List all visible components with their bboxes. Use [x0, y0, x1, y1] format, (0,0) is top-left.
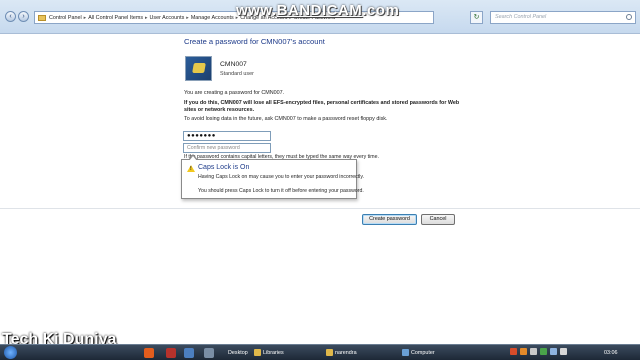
taskbar: Desktop Libraries narendra Computer 03:0…	[0, 344, 640, 360]
forward-arrow-icon[interactable]: ›	[18, 11, 29, 22]
breadcrumb-item[interactable]: Control Panel	[49, 15, 82, 21]
caps-lock-tooltip: ! Caps Lock is On Having Caps Lock on ma…	[181, 154, 364, 199]
taskbar-item-libraries[interactable]: Libraries	[254, 348, 284, 358]
avatar	[185, 56, 212, 81]
breadcrumb-separator-icon: ▸	[186, 14, 189, 21]
clock[interactable]: 03:06	[604, 348, 618, 358]
page-title: Create a password for CMN007’s account	[184, 37, 325, 46]
confirm-password-field[interactable]: Confirm new password	[183, 143, 271, 153]
tray-app-icon	[520, 348, 527, 355]
network-icon	[540, 348, 547, 355]
warning-text: If you do this, CMN007 will lose all EFS…	[184, 100, 460, 113]
breadcrumb-item[interactable]: All Control Panel Items	[88, 15, 143, 21]
warning-icon: !	[187, 165, 195, 172]
user-picture-icon	[192, 63, 206, 73]
taskbar-item-narendra[interactable]: narendra	[326, 348, 357, 358]
control-panel-icon	[38, 14, 46, 21]
back-arrow-icon[interactable]: ‹	[5, 11, 16, 22]
tray-app-icon	[510, 348, 517, 355]
app-icon[interactable]	[204, 348, 214, 358]
taskbar-item-desktop[interactable]: Desktop	[228, 348, 248, 358]
tooltip-title: Caps Lock is On	[198, 164, 250, 171]
breadcrumb-item[interactable]: User Accounts	[150, 15, 185, 21]
tooltip-text: Having Caps Lock on may cause you to ent…	[198, 174, 364, 180]
taskbar-item-computer[interactable]: Computer	[402, 348, 435, 358]
refresh-icon[interactable]: ↻	[470, 11, 483, 24]
create-password-button[interactable]: Create password	[362, 214, 417, 225]
search-placeholder: Search Control Panel	[495, 14, 547, 20]
reset-disk-text: To avoid losing data in the future, ask …	[184, 116, 388, 122]
new-password-field[interactable]: ●●●●●●●	[183, 131, 271, 141]
tooltip-text: You should press Caps Lock to turn it of…	[198, 188, 364, 194]
account-name: CMN007	[220, 61, 247, 68]
breadcrumb-separator-icon: ▸	[145, 14, 148, 21]
folder-icon	[254, 349, 261, 357]
info-text: You are creating a password for CMN007.	[184, 90, 285, 96]
system-tray[interactable]	[510, 348, 567, 358]
cancel-button[interactable]: Cancel	[421, 214, 455, 225]
explorer-icon[interactable]	[184, 348, 194, 358]
tray-app-icon	[530, 348, 537, 355]
search-input[interactable]: Search Control Panel	[490, 11, 636, 24]
breadcrumb-separator-icon: ▸	[83, 14, 87, 21]
account-type: Standard user	[220, 71, 254, 77]
flag-icon	[560, 348, 567, 355]
breadcrumb-item[interactable]: Manage Accounts	[191, 15, 234, 21]
search-icon[interactable]	[626, 14, 632, 20]
user-folder-icon	[326, 349, 333, 357]
record-icon[interactable]	[166, 348, 176, 358]
browser-icon[interactable]	[144, 348, 154, 358]
recording-watermark: www.BANDICAM.com	[236, 2, 400, 19]
divider	[0, 208, 640, 209]
start-icon[interactable]	[4, 346, 17, 359]
volume-icon	[550, 348, 557, 355]
computer-icon	[402, 349, 409, 357]
